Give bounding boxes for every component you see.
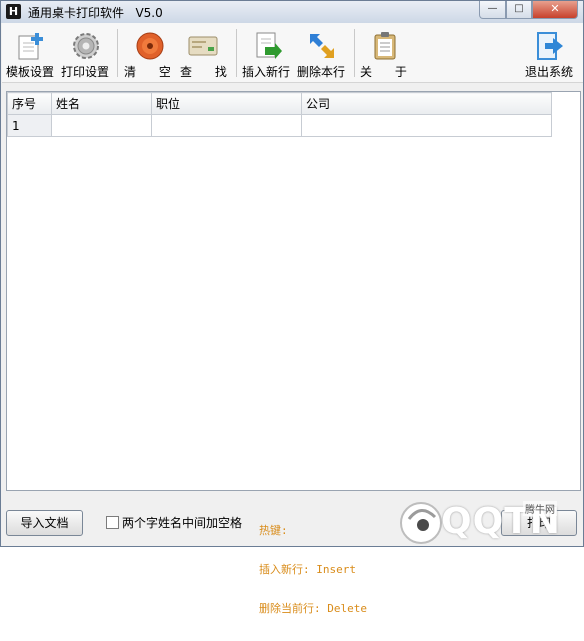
row-index-cell[interactable]: 1 [7,114,52,137]
toolbar-separator [236,29,237,77]
toolbar-separator [354,29,355,77]
toolbar: 模板设置 打印设置 清 空 查 找 插入新行 删除本行 关 于 退出系统 [2,23,583,83]
hotkey-insert: 插入新行: Insert [259,563,356,576]
gear-icon [73,33,99,59]
hotkeys-title: 热键: [259,524,288,537]
column-header-position[interactable]: 职位 [151,92,302,115]
window-title: 通用桌卡打印软件 V5.0 [28,6,163,20]
clear-label: 清 空 [124,65,171,79]
column-header-name[interactable]: 姓名 [51,92,152,115]
app-logo-icon: H [6,4,21,19]
data-table: 序号 姓名 职位 公司 1 [7,92,552,137]
table-row[interactable]: 1 [7,114,552,137]
template-settings-label: 模板设置 [6,65,55,79]
find-label: 查 找 [180,65,227,79]
template-page-add-icon [18,33,43,60]
find-card-icon [188,36,218,56]
print-settings-label: 打印设置 [61,65,110,79]
minimize-button[interactable]: — [479,1,506,19]
title-bar[interactable]: H 通用桌卡打印软件 V5.0 — □ ✕ [1,1,583,23]
clipboard-icon [374,32,396,60]
table-header-row: 序号 姓名 职位 公司 [7,92,552,115]
position-cell[interactable] [151,114,302,137]
hotkey-delete: 删除当前行: Delete [259,602,367,615]
watermark-subtext: 腾牛网 [523,501,557,516]
name-cell[interactable] [51,114,152,137]
insert-row-icon [256,32,282,59]
exit-label: 退出系统 [525,65,574,79]
data-grid[interactable]: 序号 姓名 职位 公司 1 [6,91,581,491]
column-header-company[interactable]: 公司 [301,92,552,115]
company-cell[interactable] [301,114,552,137]
delete-row-arrows-icon [310,34,334,58]
watermark: QQTN 腾牛网 [381,497,577,545]
insert-row-label: 插入新行 [242,65,291,79]
maximize-button[interactable]: □ [506,1,532,19]
clear-disc-icon [136,32,164,60]
app-window: H 通用桌卡打印软件 V5.0 — □ ✕ 模板设置 打印设置 清 空 查 找 … [0,0,584,615]
delete-row-label: 删除本行 [297,65,346,79]
name-space-checkbox[interactable] [106,516,119,529]
toolbar-separator [117,29,118,77]
about-label: 关 于 [360,65,407,79]
name-space-checkbox-label[interactable]: 两个字姓名中间加空格 [122,514,242,531]
exit-door-icon [537,32,563,60]
hotkeys-help: 热键: 插入新行: Insert 删除当前行: Delete [259,498,367,641]
import-document-button[interactable]: 导入文档 [6,510,83,536]
column-header-index[interactable]: 序号 [7,92,52,115]
close-button[interactable]: ✕ [532,1,578,19]
